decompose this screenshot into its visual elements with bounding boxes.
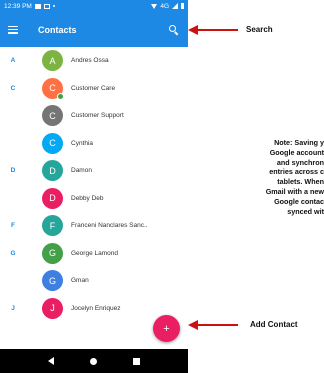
- message-icon: [43, 3, 50, 9]
- section-letter: D: [10, 167, 16, 175]
- status-bar: 12:39 PM 4G: [0, 0, 188, 12]
- note-text: Note: Saving y Google account and synchron…: [196, 138, 324, 216]
- avatar: A: [42, 50, 63, 71]
- signal-icon: [172, 3, 178, 9]
- avatar: D: [42, 187, 63, 209]
- avatar-initial: F: [49, 220, 56, 231]
- contact-name: Debby Deb: [71, 194, 104, 202]
- contact-row[interactable]: D Debby Deb: [0, 185, 188, 213]
- note-line: and synchron: [276, 157, 324, 167]
- battery-icon: [181, 3, 184, 9]
- search-arrow: [188, 25, 238, 35]
- wifi-icon: [151, 3, 158, 9]
- contact-name: Gman: [71, 277, 89, 285]
- add-contact-arrow: [188, 320, 238, 330]
- screenshot-root: 12:39 PM 4G Contacts A A Andres Ossa C C Cust…: [0, 0, 324, 373]
- contact-row[interactable]: D D Damon: [0, 157, 188, 185]
- avatar: J: [42, 297, 63, 319]
- note-line: entries across c: [269, 167, 324, 177]
- contact-name: Cynthia: [71, 139, 94, 147]
- avatar-initial: A: [49, 55, 56, 66]
- network-type: 4G: [160, 2, 169, 10]
- contact-name: George Lamond: [71, 249, 118, 257]
- menu-icon[interactable]: [8, 25, 18, 34]
- search-annotation-label: Search: [246, 25, 273, 34]
- contact-row[interactable]: F F Franceni Nanclares Sanc..: [0, 212, 188, 240]
- contact-row[interactable]: G G George Lamond: [0, 240, 188, 268]
- home-icon[interactable]: [90, 357, 97, 365]
- back-icon[interactable]: [48, 357, 54, 365]
- section-letter: A: [10, 57, 16, 65]
- contact-name: Customer Support: [71, 112, 124, 120]
- recents-icon[interactable]: [133, 357, 140, 365]
- avatar-initial: G: [48, 248, 56, 258]
- avatar-initial: J: [50, 303, 55, 313]
- contact-row[interactable]: A A Andres Ossa: [0, 47, 188, 75]
- notification-icon: [34, 3, 41, 9]
- navigation-bar: [0, 349, 188, 373]
- contact-row[interactable]: C C Customer Care: [0, 75, 188, 103]
- add-contact-annotation-label: Add Contact: [250, 320, 298, 329]
- contact-name: Franceni Nanclares Sanc..: [71, 222, 148, 230]
- avatar-initial: D: [49, 165, 56, 176]
- dot-icon: [52, 5, 55, 7]
- add-contact-button[interactable]: +: [153, 315, 180, 342]
- contact-name: Andres Ossa: [71, 57, 109, 65]
- note-line: Google account: [269, 147, 324, 157]
- phone-screen: 12:39 PM 4G Contacts A A Andres Ossa C C Cust…: [0, 0, 188, 373]
- avatar: C: [42, 105, 63, 126]
- contact-name: Customer Care: [71, 84, 116, 92]
- section-letter: J: [11, 304, 15, 312]
- avatar-initial: C: [49, 83, 56, 93]
- contact-row[interactable]: G Gman: [0, 267, 188, 295]
- avatar: F: [42, 215, 63, 236]
- section-letter: G: [10, 249, 16, 257]
- note-line: synced wit: [287, 206, 324, 216]
- avatar: G: [42, 270, 63, 291]
- section-letter: C: [10, 84, 16, 92]
- avatar: C: [42, 77, 64, 100]
- avatar-initial: C: [49, 138, 56, 148]
- contact-name: Jocelyn Enriquez: [71, 304, 121, 312]
- avatar-initial: C: [49, 110, 56, 121]
- note-line: tablets. When: [277, 177, 324, 187]
- avatar-initial: D: [49, 193, 56, 203]
- note-line: Gmail with a new: [265, 186, 324, 196]
- avatar: G: [42, 242, 63, 264]
- contact-list: A A Andres Ossa C C Customer Care C Customer Su…: [0, 47, 188, 322]
- avatar-initial: G: [48, 275, 56, 286]
- note-line: Google contac: [274, 196, 324, 206]
- avatar: C: [42, 132, 63, 154]
- contact-name: Damon: [71, 167, 92, 175]
- contact-row[interactable]: C Customer Support: [0, 102, 188, 130]
- note-line: Note: Saving y: [274, 138, 324, 147]
- app-bar: Contacts: [0, 12, 188, 47]
- status-badge-icon: [57, 92, 64, 100]
- search-icon[interactable]: [168, 24, 180, 36]
- section-letter: F: [11, 222, 15, 230]
- app-title: Contacts: [38, 24, 77, 35]
- avatar: D: [42, 160, 63, 181]
- status-time: 12:39 PM: [4, 2, 32, 10]
- contact-row[interactable]: C Cynthia: [0, 130, 188, 158]
